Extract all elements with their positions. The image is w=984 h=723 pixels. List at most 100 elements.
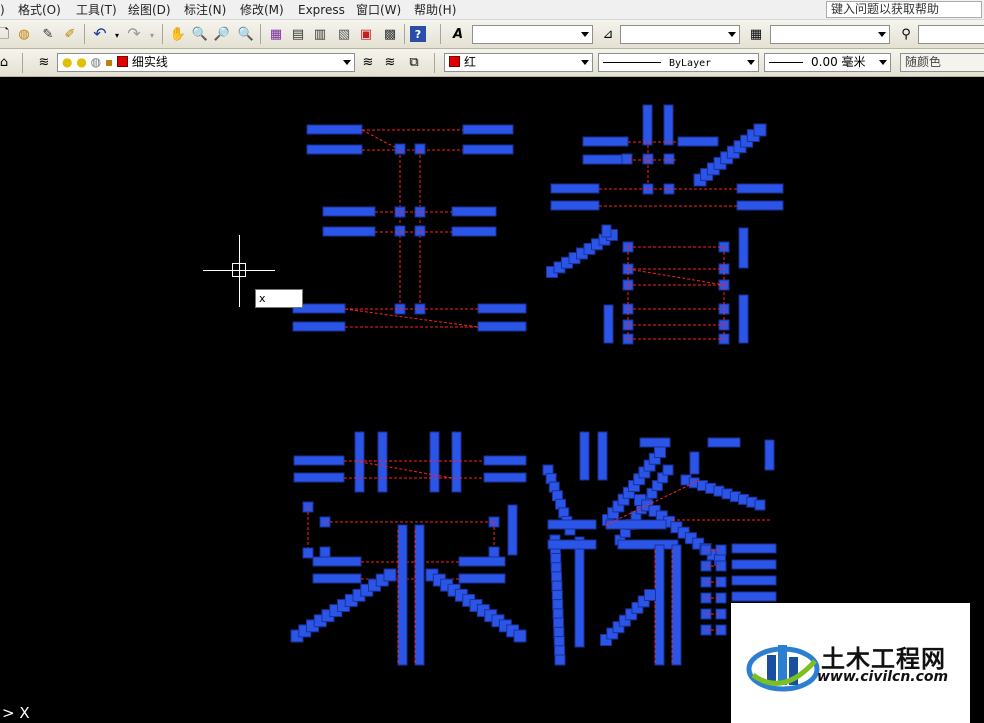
stroke-block xyxy=(764,439,775,471)
zoom-realtime-icon[interactable]: 🔍 xyxy=(190,24,210,44)
chevron-down-icon xyxy=(878,32,886,37)
stroke-block xyxy=(547,539,597,550)
layer-previous-state-icon[interactable]: ⧉ xyxy=(404,52,424,72)
vertex-block xyxy=(488,546,500,558)
layer-manager-icon[interactable]: ≋ xyxy=(34,52,54,72)
menu-format[interactable]: 格式(O) xyxy=(18,2,61,18)
stroke-block xyxy=(707,437,741,448)
stroke-block xyxy=(654,446,666,458)
stroke-block xyxy=(550,552,562,564)
layer-previous-icon[interactable]: ⌂ xyxy=(0,52,14,72)
command-text: X xyxy=(19,704,30,722)
menu-draw[interactable]: 绘图(D) xyxy=(128,2,171,18)
stroke-block xyxy=(293,472,345,483)
lock-icon: ◍ xyxy=(90,55,102,69)
properties-icon[interactable]: ▦ xyxy=(266,24,286,44)
table-style-select[interactable] xyxy=(770,25,890,44)
layer-select[interactable]: ● ● ◍ ▪ 细实线 xyxy=(57,53,355,72)
stroke-block xyxy=(507,504,518,556)
linetype-select[interactable]: ByLayer xyxy=(598,53,759,72)
vertex-block xyxy=(621,153,633,165)
menu-window[interactable]: 窗口(W) xyxy=(356,2,401,18)
stroke-block xyxy=(551,589,563,601)
menu-help[interactable]: 帮助(H) xyxy=(414,2,456,18)
plotstyle-select[interactable]: 随颜色 xyxy=(900,53,984,72)
color-value: 红 xyxy=(464,55,477,69)
stroke-block xyxy=(293,455,345,466)
stroke-block xyxy=(552,599,564,611)
stroke-block xyxy=(738,227,749,269)
tool-palettes-icon[interactable]: ▥ xyxy=(310,24,330,44)
chevron-down-icon xyxy=(343,60,351,65)
stroke-block xyxy=(582,154,629,165)
menu-tools[interactable]: 工具(T) xyxy=(76,2,117,18)
stroke-block xyxy=(322,226,376,237)
construction-line xyxy=(344,308,479,328)
multileader-style-icon[interactable]: ⚲ xyxy=(896,24,916,44)
menu-modify[interactable]: 修改(M) xyxy=(240,2,284,18)
separator xyxy=(440,24,441,44)
stroke-block xyxy=(753,123,767,137)
zoom-previous-icon[interactable]: 🔍 xyxy=(236,24,256,44)
text-style-select[interactable] xyxy=(472,25,593,44)
new-icon[interactable]: 🗋 xyxy=(0,24,14,44)
match-properties-icon[interactable]: ✐ xyxy=(60,24,80,44)
vertex-block xyxy=(302,547,314,559)
zoom-window-icon[interactable]: 🔎 xyxy=(212,24,232,44)
stroke-block xyxy=(671,544,682,666)
lineweight-preview xyxy=(769,62,803,63)
stroke-block xyxy=(550,562,562,574)
separator xyxy=(434,53,435,73)
stroke-block xyxy=(306,124,363,135)
sheet-set-icon[interactable]: ▧ xyxy=(334,24,354,44)
sun-icon: ● xyxy=(76,55,87,69)
menu-fragment: ) xyxy=(0,3,5,17)
lineweight-select[interactable]: 0.00 毫米 xyxy=(764,53,891,72)
help-icon[interactable]: ? xyxy=(410,26,426,42)
menu-express[interactable]: Express xyxy=(298,2,345,18)
multileader-style-select[interactable] xyxy=(918,25,984,44)
watermark-logo: 土木工程网 www.civilcn.com xyxy=(731,603,970,723)
command-prompt[interactable]: > X xyxy=(2,704,30,722)
stroke-block xyxy=(731,575,777,586)
dim-style-select[interactable] xyxy=(620,25,740,44)
stroke-block xyxy=(383,568,397,582)
crosshair-pickbox xyxy=(232,263,246,277)
standard-toolbar: 🗋 ◍ ✎ ✐ ↶ ▾ ↷ ▾ ✋ 🔍 🔎 🔍 ▦ ▤ ▥ ▧ ▣ ▩ ? A … xyxy=(0,20,984,49)
color-select[interactable]: 红 xyxy=(444,53,593,72)
stroke-block xyxy=(551,580,563,592)
design-center-icon[interactable]: ▤ xyxy=(288,24,308,44)
pan-icon[interactable]: ✋ xyxy=(168,24,188,44)
lightbulb-icon: ● xyxy=(62,55,73,69)
chevron-down-icon xyxy=(879,60,887,65)
separator xyxy=(404,24,405,44)
menu-dimension[interactable]: 标注(N) xyxy=(184,2,226,18)
stroke-block xyxy=(483,455,527,466)
stroke-block xyxy=(639,437,671,448)
layer-states-icon[interactable]: ≋ xyxy=(380,52,400,72)
text-style-icon[interactable]: A xyxy=(448,24,468,44)
pencil-icon[interactable]: ✎ xyxy=(38,24,58,44)
calculator-icon[interactable]: ▩ xyxy=(380,24,400,44)
dynamic-input-field[interactable]: x xyxy=(255,289,303,308)
table-style-icon[interactable]: ▦ xyxy=(746,24,766,44)
construction-line xyxy=(361,129,401,151)
stroke-block xyxy=(663,104,674,146)
redo-dropdown-icon[interactable]: ▾ xyxy=(142,26,162,46)
construction-line xyxy=(627,268,725,286)
redo-icon[interactable]: ↷ xyxy=(124,24,144,44)
stroke-block xyxy=(553,626,565,638)
civil-logo-icon xyxy=(746,645,820,692)
stroke-block xyxy=(553,636,565,648)
make-current-layer-icon[interactable]: ≋ xyxy=(358,52,378,72)
stroke-block xyxy=(754,499,766,511)
linetype-preview xyxy=(603,62,661,63)
help-search-input[interactable]: 键入问题以获取帮助 xyxy=(826,1,982,18)
layer-color-swatch xyxy=(116,56,128,67)
markup-icon[interactable]: ▣ xyxy=(356,24,376,44)
dim-style-icon[interactable]: ⊿ xyxy=(598,24,618,44)
layers-properties-toolbar: ⌂ ≋ ● ● ◍ ▪ 细实线 ≋ ≋ ⧉ 红 ByLayer 0.00 毫米 … xyxy=(0,49,984,77)
open-icon[interactable]: ◍ xyxy=(14,24,34,44)
stroke-block xyxy=(292,321,346,332)
stroke-block xyxy=(731,591,777,602)
